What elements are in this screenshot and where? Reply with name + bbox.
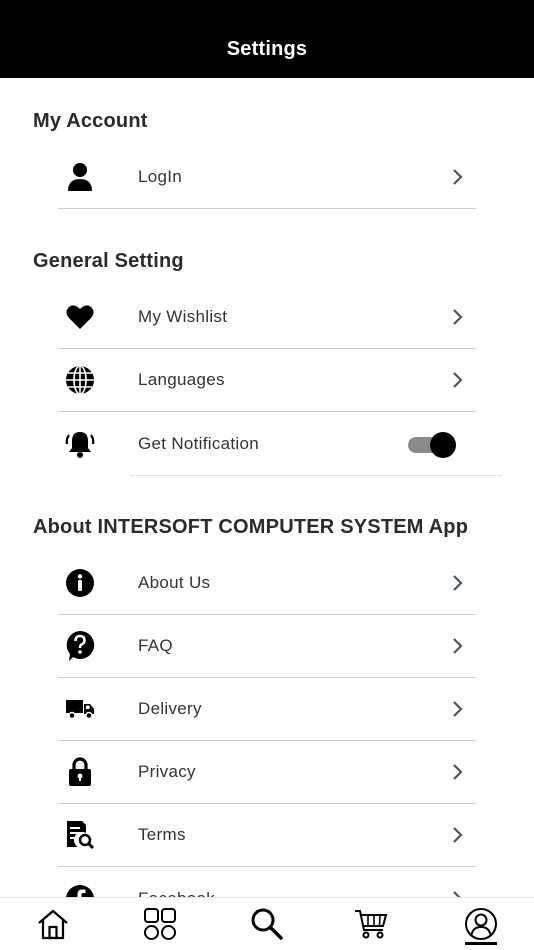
chevron-right-icon: [453, 827, 463, 843]
heart-icon: [64, 301, 96, 333]
profile-icon: [465, 908, 497, 940]
chevron-right-icon: [453, 169, 463, 185]
user-icon: [64, 161, 96, 193]
chevron-right-icon: [453, 701, 463, 717]
info-icon: [64, 567, 96, 599]
bottom-tab-bar: [0, 897, 534, 950]
lock-icon: [64, 756, 96, 788]
facebook-icon: [64, 883, 96, 897]
chevron-right-icon: [453, 890, 462, 897]
about-us-label: About Us: [138, 573, 211, 592]
document-search-icon: [64, 819, 96, 851]
chevron-right-icon: [453, 309, 463, 325]
about-us-row[interactable]: About Us: [58, 552, 476, 615]
facebook-label: Facebook: [138, 889, 215, 898]
chevron-right-icon: [453, 638, 463, 654]
cart-icon: [355, 910, 388, 939]
privacy-row[interactable]: Privacy: [58, 741, 476, 804]
privacy-label: Privacy: [138, 762, 196, 781]
notification-row: Get Notification: [58, 412, 476, 475]
delivery-row[interactable]: Delivery: [58, 678, 476, 741]
terms-row[interactable]: Terms: [58, 804, 476, 867]
bell-icon: [64, 428, 96, 460]
categories-icon: [144, 908, 176, 940]
terms-label: Terms: [138, 825, 186, 844]
settings-content[interactable]: My Account LogIn General Setting My Wish…: [0, 78, 534, 897]
tab-home[interactable]: [33, 904, 73, 944]
truck-icon: [64, 693, 96, 725]
section-title-general-setting: General Setting: [33, 250, 184, 272]
home-icon: [38, 909, 68, 940]
globe-icon: [64, 364, 96, 396]
languages-label: Languages: [138, 370, 225, 389]
question-icon: [64, 630, 96, 662]
wishlist-label: My Wishlist: [138, 307, 228, 326]
chevron-right-icon: [453, 575, 463, 591]
page-title: Settings: [226, 38, 308, 60]
tab-cart[interactable]: [351, 904, 391, 944]
tab-categories[interactable]: [140, 904, 180, 944]
divider: [130, 475, 502, 476]
search-icon: [251, 908, 283, 940]
faq-label: FAQ: [138, 636, 173, 655]
facebook-row[interactable]: Facebook: [58, 867, 476, 897]
tab-profile[interactable]: [461, 904, 501, 944]
wishlist-row[interactable]: My Wishlist: [58, 286, 476, 349]
login-row[interactable]: LogIn: [58, 146, 476, 209]
chevron-right-icon: [453, 764, 463, 780]
active-tab-indicator: [465, 942, 497, 945]
languages-row[interactable]: Languages: [58, 349, 476, 412]
notification-toggle[interactable]: [408, 431, 456, 458]
login-label: LogIn: [138, 167, 183, 186]
notification-label: Get Notification: [138, 433, 260, 453]
app-header: Settings: [0, 0, 534, 78]
section-title-my-account: My Account: [33, 110, 148, 132]
section-title-about: About INTERSOFT COMPUTER SYSTEM App: [33, 516, 469, 538]
tab-search[interactable]: [247, 904, 287, 944]
toggle-knob: [430, 431, 456, 458]
delivery-label: Delivery: [138, 699, 202, 718]
faq-row[interactable]: FAQ: [58, 615, 476, 678]
chevron-right-icon: [453, 372, 463, 388]
